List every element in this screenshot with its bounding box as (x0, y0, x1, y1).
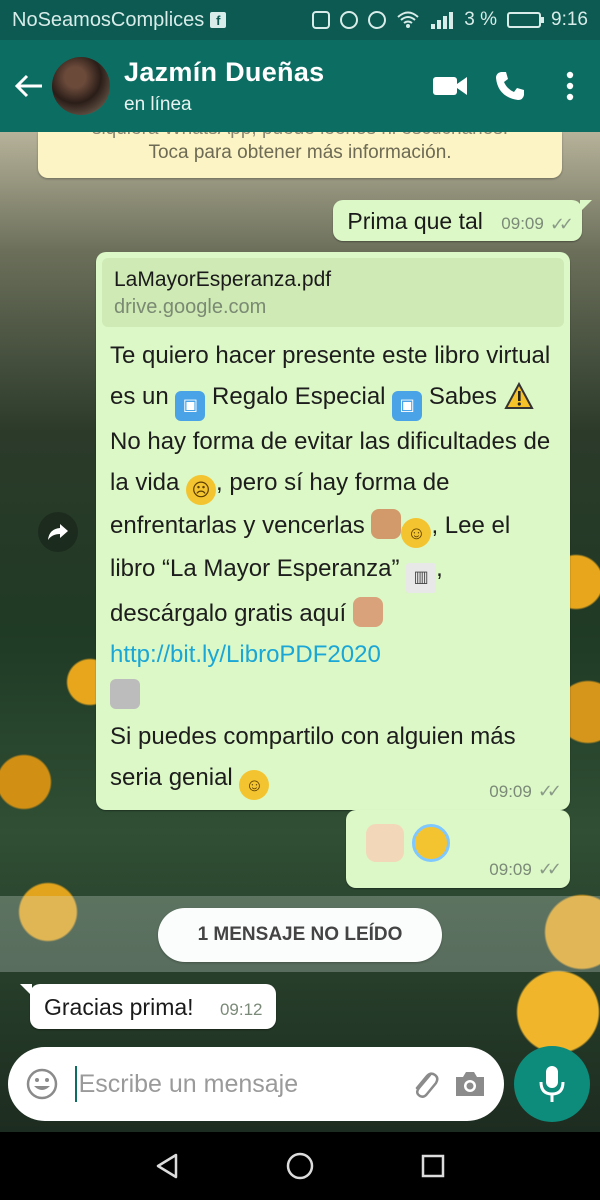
sad-face-emoji: ☹ (186, 475, 217, 505)
banner-text: Toca para obtener más información. (148, 142, 452, 163)
double-check-icon: ✓✓ (537, 859, 562, 879)
message-bubble-incoming[interactable]: Gracias prima! 09:12 (19, 984, 277, 1029)
link-title: LaMayorEsperanza.pdf (114, 268, 332, 291)
technologist-emoji (110, 679, 140, 709)
message-time: 09:09 ✓✓ (501, 213, 574, 235)
message-time: 09:09 ✓✓ (489, 859, 562, 880)
time-label: 09:09 (489, 859, 532, 879)
flexed-biceps-emoji (371, 509, 402, 539)
time-label: 09:09 (501, 214, 544, 233)
link-preview-card[interactable]: LaMayorEsperanza.pdf drive.google.com (102, 258, 564, 327)
text-segment: Sabes (422, 383, 504, 410)
unread-divider: 1 MENSAJE NO LEÍDO (158, 908, 442, 962)
wifi-icon (397, 11, 419, 28)
forward-icon[interactable] (38, 512, 78, 552)
text-segment: Si puedes compartilo con alguien más ser… (110, 723, 516, 791)
signal-icon (431, 12, 454, 29)
battery-percent: 3 % (464, 9, 498, 30)
victory-hand-emoji (366, 824, 404, 862)
carrier-label: NoSeamosComplices (12, 8, 205, 31)
system-nav-bar (0, 1132, 600, 1200)
chat-area[interactable]: siquiera WhatsApp, puede leerlos ni escu… (0, 132, 600, 1132)
status-bar: NoSeamosComplices f 3 % 9:16 (0, 0, 600, 40)
message-bubble-outgoing[interactable]: Prima que tal 09:09 ✓✓ (333, 200, 592, 241)
phone-call-icon[interactable] (480, 56, 540, 116)
vibrate-icon (312, 11, 331, 29)
nav-back-icon[interactable] (143, 1142, 191, 1190)
emoji-icon[interactable] (20, 1060, 65, 1108)
battery-icon (507, 12, 545, 28)
warning-emoji (503, 381, 534, 412)
chat-header: Jazmín Dueñas en línea (0, 40, 600, 132)
smiling-face-emoji: ☺ (401, 518, 432, 548)
gift-emoji: ▣ (175, 391, 206, 421)
video-call-icon[interactable] (420, 56, 480, 116)
message-text: Te quiero hacer presente este libro virt… (102, 327, 564, 800)
pointing-finger-emoji (352, 597, 383, 627)
smiling-eyes-emoji: ☺ (239, 770, 270, 800)
banner-partial-text: siquiera WhatsApp, puede leerlos ni escu… (38, 132, 562, 140)
camera-icon[interactable] (447, 1060, 492, 1108)
text-segment: Regalo Especial (205, 383, 393, 410)
back-arrow-icon[interactable] (6, 40, 52, 132)
facebook-icon: f (210, 12, 227, 28)
attach-icon[interactable] (403, 1060, 448, 1108)
time-label: 09:09 (489, 781, 532, 801)
open-book-emoji: ▥ (406, 563, 437, 593)
message-input[interactable] (76, 1068, 403, 1100)
alarm-icon (340, 11, 359, 29)
message-text: Prima que tal (347, 208, 483, 234)
contact-name: Jazmín Dueñas (124, 56, 325, 87)
link-domain: drive.google.com (114, 296, 267, 318)
nav-home-icon[interactable] (276, 1142, 324, 1190)
clock: 9:16 (551, 9, 588, 30)
eye-icon (368, 11, 387, 29)
more-options-icon[interactable] (540, 56, 600, 116)
message-link[interactable]: http://bit.ly/LibroPDF2020 (110, 641, 381, 668)
encryption-info-banner[interactable]: siquiera WhatsApp, puede leerlos ni escu… (38, 132, 562, 178)
microphone-icon (539, 1066, 565, 1102)
message-bubble-outgoing[interactable]: LaMayorEsperanza.pdf drive.google.com Te… (96, 252, 570, 810)
contact-status: en línea (124, 93, 192, 115)
message-bubble-outgoing[interactable]: 09:09 ✓✓ (346, 810, 570, 888)
nav-recents-icon[interactable] (409, 1142, 457, 1190)
double-check-icon: ✓✓ (537, 781, 562, 801)
halo-face-emoji (412, 824, 450, 862)
message-composer (8, 1047, 504, 1121)
message-time: 09:12 (220, 1000, 263, 1020)
message-text: Gracias prima! (44, 994, 194, 1020)
microphone-button[interactable] (514, 1046, 590, 1122)
double-check-icon: ✓✓ (549, 213, 574, 234)
contact-info[interactable]: Jazmín Dueñas en línea (124, 57, 420, 116)
message-time: 09:09 ✓✓ (489, 781, 562, 802)
avatar[interactable] (52, 57, 110, 115)
time-label: 09:12 (219, 1000, 263, 1019)
gift-emoji: ▣ (392, 391, 423, 421)
